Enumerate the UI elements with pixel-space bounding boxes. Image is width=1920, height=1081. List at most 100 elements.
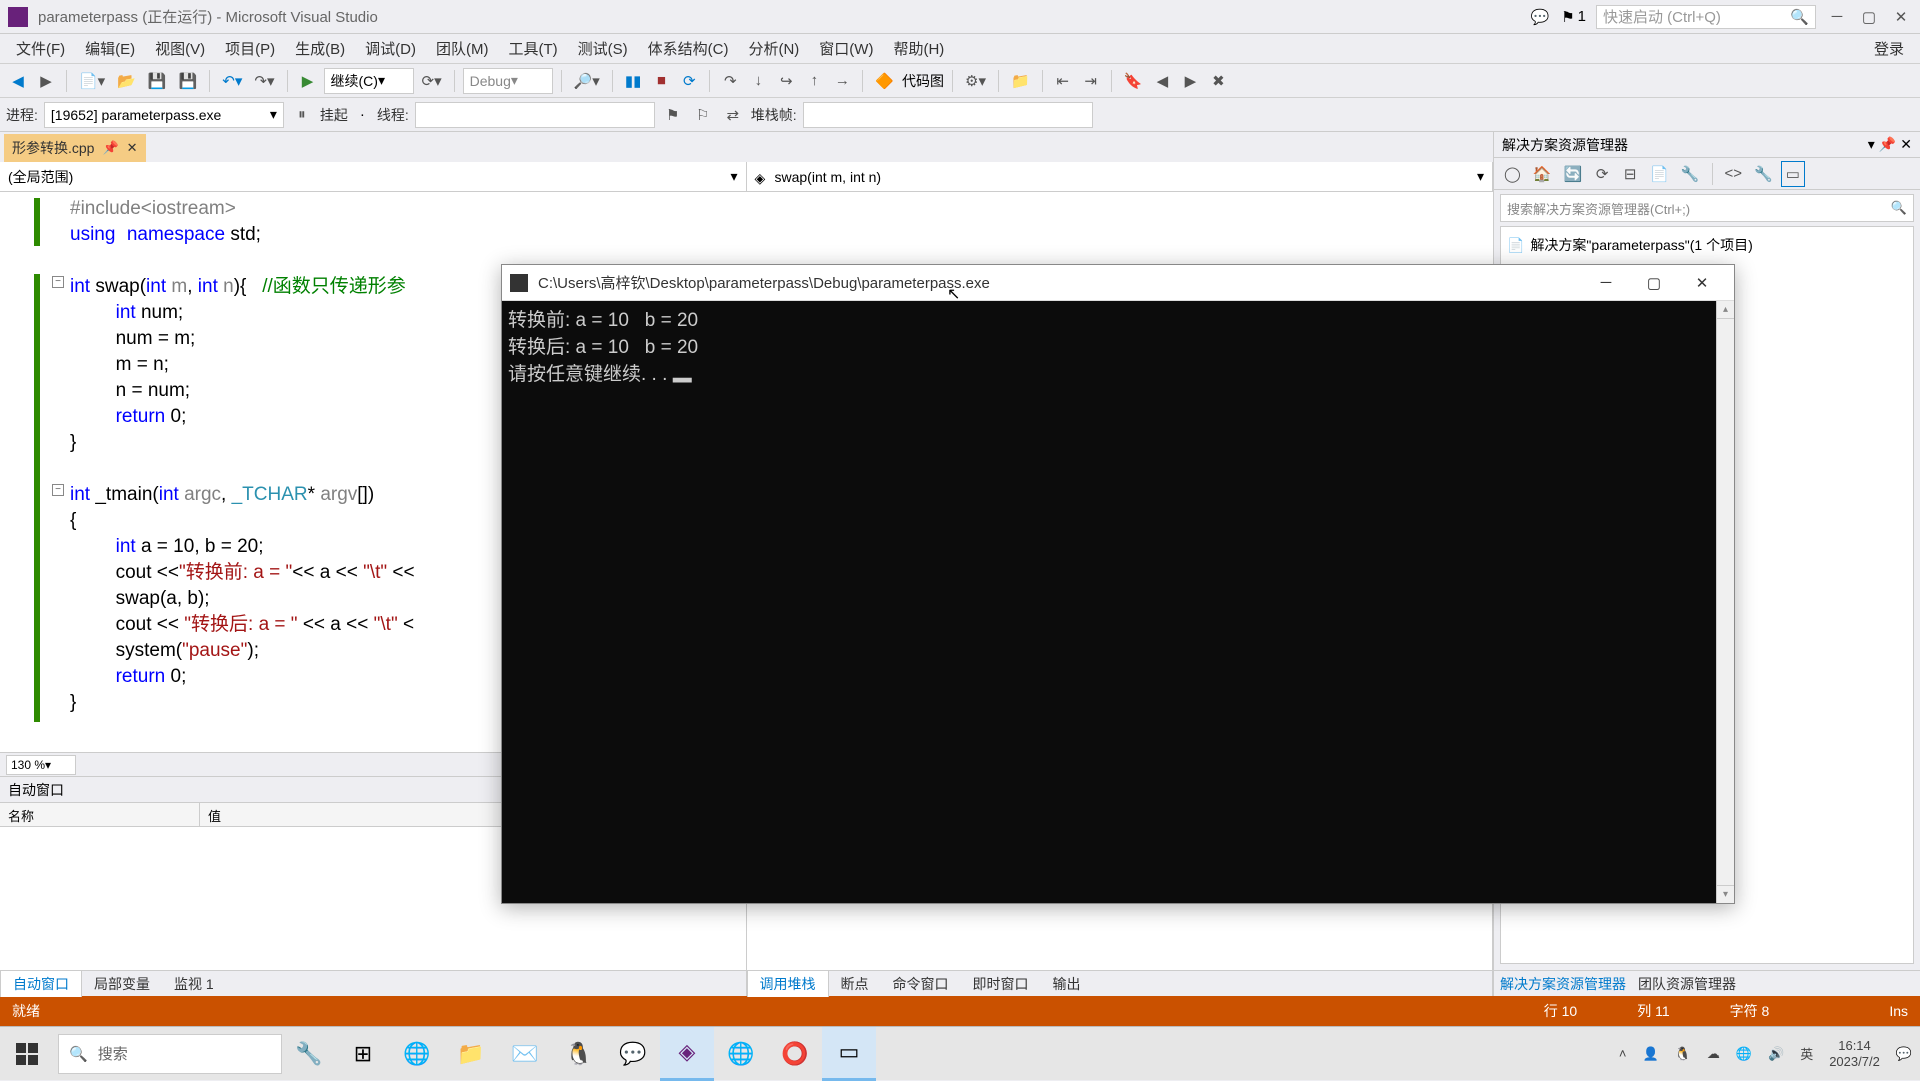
task-app-obs[interactable]: ⭕	[768, 1027, 822, 1081]
quick-launch-input[interactable]: 快速启动 (Ctrl+Q) 🔍	[1596, 5, 1816, 29]
step-over-button[interactable]: ↪	[774, 68, 798, 94]
tab-immediate[interactable]: 即时窗口	[961, 971, 1041, 997]
tab-callstack[interactable]: 调用堆栈	[747, 970, 829, 997]
solution-search-input[interactable]: 搜索解决方案资源管理器(Ctrl+;) 🔍	[1500, 194, 1914, 222]
close-button[interactable]: ✕	[1890, 6, 1912, 28]
step-next-button[interactable]: ↷	[718, 68, 742, 94]
menu-test[interactable]: 测试(S)	[568, 34, 638, 63]
minimize-button[interactable]: ─	[1826, 6, 1848, 28]
panel-pin-icon[interactable]: 📌	[1879, 136, 1896, 153]
save-all-button[interactable]: 💾	[175, 68, 202, 94]
process-dropdown[interactable]: [19652] parameterpass.exe▾	[44, 102, 284, 128]
console-maximize-button[interactable]: ▢	[1630, 267, 1678, 299]
tray-people-icon[interactable]: 👤	[1642, 1046, 1658, 1062]
taskbar-search-input[interactable]: 🔍 搜索	[58, 1034, 282, 1074]
codemap-label[interactable]: 代码图	[902, 71, 944, 91]
tab-watch[interactable]: 监视 1	[162, 971, 226, 997]
console-minimize-button[interactable]: ─	[1582, 267, 1630, 299]
tray-onedrive-icon[interactable]: ☁	[1707, 1046, 1720, 1062]
menu-debug[interactable]: 调试(D)	[355, 34, 426, 63]
sol-refresh-icon[interactable]: ⟳	[1590, 161, 1614, 187]
sol-sync-icon[interactable]: 🔄	[1559, 161, 1586, 187]
tab-autos[interactable]: 自动窗口	[0, 970, 82, 997]
scroll-up-icon[interactable]: ▴	[1717, 301, 1734, 319]
task-app-files[interactable]: 📁	[444, 1027, 498, 1081]
tab-breakpoints[interactable]: 断点	[829, 971, 881, 997]
fold-toggle[interactable]: −	[52, 276, 64, 288]
pin-icon[interactable]: 📌	[102, 140, 118, 156]
sol-view-icon[interactable]: ▭	[1781, 161, 1805, 187]
indent-left-button[interactable]: ⇤	[1051, 68, 1075, 94]
login-link[interactable]: 登录	[1864, 34, 1914, 63]
scope-global-dropdown[interactable]: (全局范围)▾	[0, 162, 747, 191]
find-button[interactable]: 🔎▾	[570, 68, 604, 94]
file-tab-active[interactable]: 形参转换.cpp 📌 ✕	[4, 134, 146, 162]
thread-btn-1[interactable]: ⚑	[661, 102, 685, 128]
tab-solution-explorer[interactable]: 解决方案资源管理器	[1500, 974, 1626, 994]
menu-file[interactable]: 文件(F)	[6, 34, 75, 63]
tab-command[interactable]: 命令窗口	[881, 971, 961, 997]
tool-btn-2[interactable]: 📁	[1007, 68, 1034, 94]
open-button[interactable]: 📂	[113, 68, 140, 94]
indent-right-button[interactable]: ⇥	[1079, 68, 1103, 94]
bookmark-next-button[interactable]: ▶	[1178, 68, 1202, 94]
console-output[interactable]: 转换前: a = 10 b = 20 转换后: a = 10 b = 20 请按…	[502, 301, 1734, 903]
sol-back-icon[interactable]: ◯	[1500, 161, 1525, 187]
sol-wrench-icon[interactable]: 🔧	[1750, 161, 1777, 187]
continue-play-icon[interactable]: ▶	[296, 68, 320, 94]
tray-network-icon[interactable]: 🌐	[1736, 1046, 1752, 1062]
menu-arch[interactable]: 体系结构(C)	[638, 34, 739, 63]
tab-team-explorer[interactable]: 团队资源管理器	[1638, 974, 1736, 994]
thread-btn-3[interactable]: ⇄	[721, 102, 745, 128]
redo-button[interactable]: ↷▾	[250, 68, 278, 94]
bookmark-clear-button[interactable]: ✖	[1206, 68, 1230, 94]
stackframe-dropdown[interactable]	[803, 102, 1093, 128]
step-out-button[interactable]: ↑	[802, 68, 826, 94]
tray-volume-icon[interactable]: 🔊	[1768, 1046, 1784, 1062]
continue-button[interactable]: 继续(C) ▾	[324, 68, 414, 94]
menu-tools[interactable]: 工具(T)	[498, 34, 567, 63]
tab-output[interactable]: 输出	[1041, 971, 1093, 997]
menu-view[interactable]: 视图(V)	[145, 34, 215, 63]
task-app-mail[interactable]: ✉️	[498, 1027, 552, 1081]
sol-collapse-icon[interactable]: ⊟	[1618, 161, 1642, 187]
config-dropdown[interactable]: Debug ▾	[463, 68, 553, 94]
tray-chevron-icon[interactable]: ˄	[1619, 1046, 1627, 1061]
step-into-button[interactable]: ↓	[746, 68, 770, 94]
restart-button[interactable]: ⟳	[677, 68, 701, 94]
console-titlebar[interactable]: C:\Users\高梓钦\Desktop\parameterpass\Debug…	[502, 265, 1734, 301]
menu-team[interactable]: 团队(M)	[426, 34, 499, 63]
pause-button[interactable]: ▮▮	[621, 68, 646, 94]
thread-dropdown[interactable]	[415, 102, 655, 128]
menu-build[interactable]: 生成(B)	[285, 34, 355, 63]
tray-qq-icon[interactable]: 🐧	[1675, 1046, 1691, 1062]
save-button[interactable]: 💾	[144, 68, 171, 94]
tray-clock[interactable]: 16:14 2023/7/2	[1829, 1038, 1880, 1070]
suspend-icon[interactable]: ⏸	[290, 102, 314, 128]
panel-close-icon[interactable]: ✕	[1900, 136, 1912, 153]
menu-edit[interactable]: 编辑(E)	[75, 34, 145, 63]
task-app-wechat[interactable]: 💬	[606, 1027, 660, 1081]
tray-ime[interactable]: 英	[1800, 1044, 1813, 1063]
fold-toggle[interactable]: −	[52, 484, 64, 496]
feedback-icon[interactable]: 💬	[1529, 6, 1551, 28]
scroll-down-icon[interactable]: ▾	[1717, 885, 1734, 903]
codemap-icon[interactable]: 🔶	[871, 68, 898, 94]
sol-code-icon[interactable]: <>	[1721, 161, 1747, 187]
sol-show-all-icon[interactable]: 📄	[1646, 161, 1673, 187]
task-app-qq[interactable]: 🐧	[552, 1027, 606, 1081]
stop-button[interactable]: ■	[649, 68, 673, 94]
notifications[interactable]: ⚑ 1	[1561, 8, 1586, 26]
zoom-dropdown[interactable]: 130 % ▾	[6, 755, 76, 775]
refresh-button[interactable]: ⟳▾	[418, 68, 446, 94]
new-file-button[interactable]: 📄▾	[75, 68, 109, 94]
tab-locals[interactable]: 局部变量	[82, 971, 162, 997]
task-app-browser[interactable]: 🌐	[390, 1027, 444, 1081]
task-view-icon[interactable]: ⊞	[336, 1027, 390, 1081]
tray-notifications-icon[interactable]: 💬	[1896, 1046, 1912, 1062]
task-app-console[interactable]: ▭	[822, 1027, 876, 1081]
run-to-cursor-button[interactable]: →	[830, 68, 854, 94]
console-scrollbar[interactable]: ▴ ▾	[1716, 301, 1734, 903]
solution-root-node[interactable]: 📄 解决方案"parameterpass"(1 个项目)	[1507, 233, 1907, 257]
tab-close-icon[interactable]: ✕	[127, 140, 138, 156]
